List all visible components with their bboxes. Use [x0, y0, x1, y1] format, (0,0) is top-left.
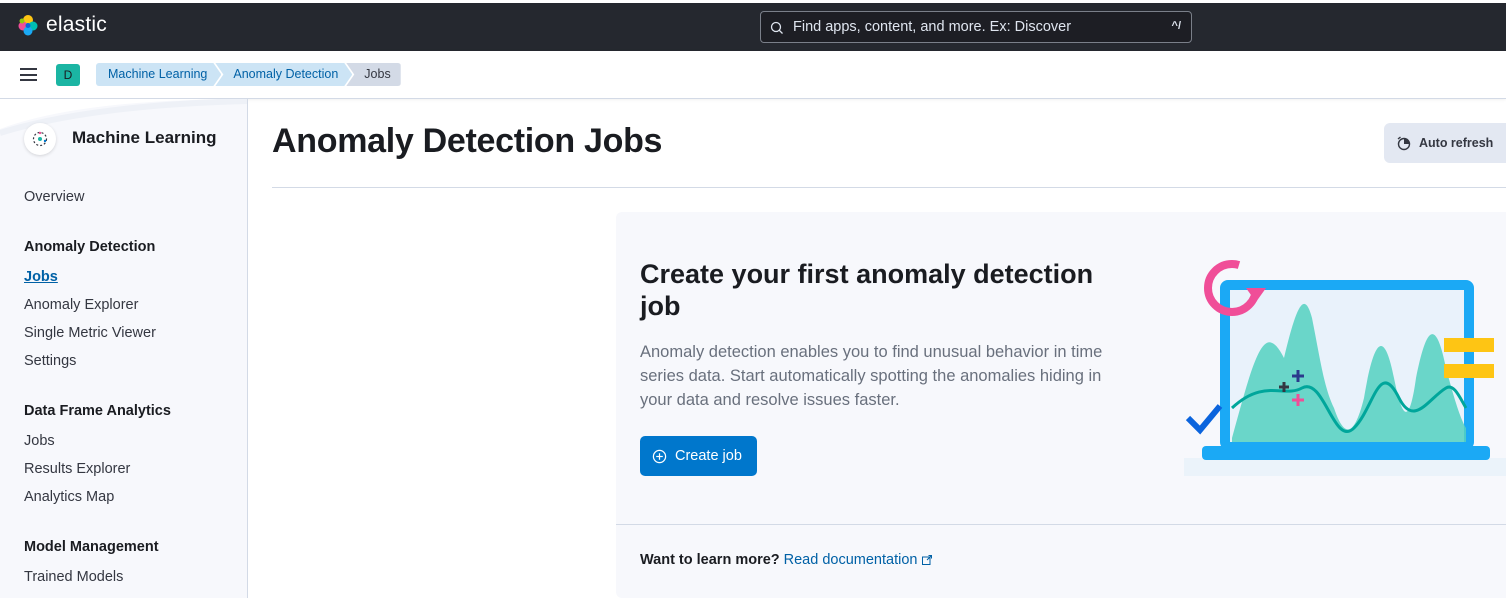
global-search[interactable]: ^/ [760, 11, 1192, 43]
breadcrumb-machine-learning[interactable]: Machine Learning [96, 63, 221, 86]
breadcrumb: Machine Learning Anomaly Detection Jobs [96, 63, 401, 86]
menu-icon[interactable] [20, 68, 37, 81]
breadcrumb-bar: D Machine Learning Anomaly Detection Job… [0, 51, 1506, 99]
read-documentation-link[interactable]: Read documentation [784, 552, 918, 568]
elastic-logo-icon [18, 15, 38, 36]
brand-name: elastic [46, 13, 107, 36]
page-title: Anomaly Detection Jobs [272, 122, 663, 160]
sidebar: Machine Learning Overview Anomaly Detect… [0, 99, 248, 598]
auto-refresh-icon [1397, 136, 1411, 151]
top-header: elastic ^/ [0, 0, 1506, 51]
anomaly-detection-illustration [1184, 260, 1506, 476]
sidebar-nav: Overview Anomaly Detection Jobs Anomaly … [24, 187, 234, 595]
sidebar-item-analytics-map[interactable]: Analytics Map [24, 487, 234, 515]
search-input[interactable] [793, 12, 1163, 42]
create-job-button[interactable]: Create job [640, 436, 757, 476]
sidebar-item-results-explorer[interactable]: Results Explorer [24, 459, 234, 487]
sidebar-item-dfa-jobs[interactable]: Jobs [24, 431, 234, 459]
empty-prompt-body: Anomaly detection enables you to find un… [640, 343, 1103, 409]
breadcrumb-jobs: Jobs [346, 63, 401, 86]
sidebar-item-settings[interactable]: Settings [24, 351, 234, 379]
panel-divider [616, 524, 1506, 525]
sidebar-item-single-metric-viewer[interactable]: Single Metric Viewer [24, 323, 234, 351]
sidebar-item-overview[interactable]: Overview [24, 187, 234, 215]
learn-more: Want to learn more? Read documentation [640, 552, 933, 568]
sidebar-item-anomaly-explorer[interactable]: Anomaly Explorer [24, 295, 234, 323]
search-icon [770, 21, 783, 34]
sidebar-title: Machine Learning [72, 128, 217, 147]
search-shortcut-hint: ^/ [1171, 20, 1181, 32]
create-job-label: Create job [675, 448, 742, 464]
auto-refresh-button[interactable]: Auto refresh [1384, 123, 1506, 163]
machine-learning-icon [24, 123, 56, 155]
auto-refresh-label: Auto refresh [1419, 136, 1494, 150]
external-link-icon[interactable] [921, 554, 933, 566]
sidebar-item-ad-jobs[interactable]: Jobs [24, 267, 234, 295]
plus-circle-icon [652, 449, 667, 463]
title-divider [272, 187, 1506, 188]
sidebar-group-anomaly-detection: Anomaly Detection [24, 239, 156, 255]
sidebar-item-trained-models[interactable]: Trained Models [24, 567, 234, 595]
space-avatar[interactable]: D [56, 64, 80, 86]
sidebar-group-model-management: Model Management [24, 539, 159, 555]
learn-more-label: Want to learn more? [640, 552, 780, 568]
empty-prompt: Create your first anomaly detection job … [616, 212, 1506, 598]
sidebar-group-data-frame-analytics: Data Frame Analytics [24, 403, 171, 419]
empty-prompt-title: Create your first anomaly detection job [640, 259, 1094, 321]
breadcrumb-anomaly-detection[interactable]: Anomaly Detection [215, 63, 352, 86]
elastic-logo[interactable]: elastic [16, 13, 107, 37]
